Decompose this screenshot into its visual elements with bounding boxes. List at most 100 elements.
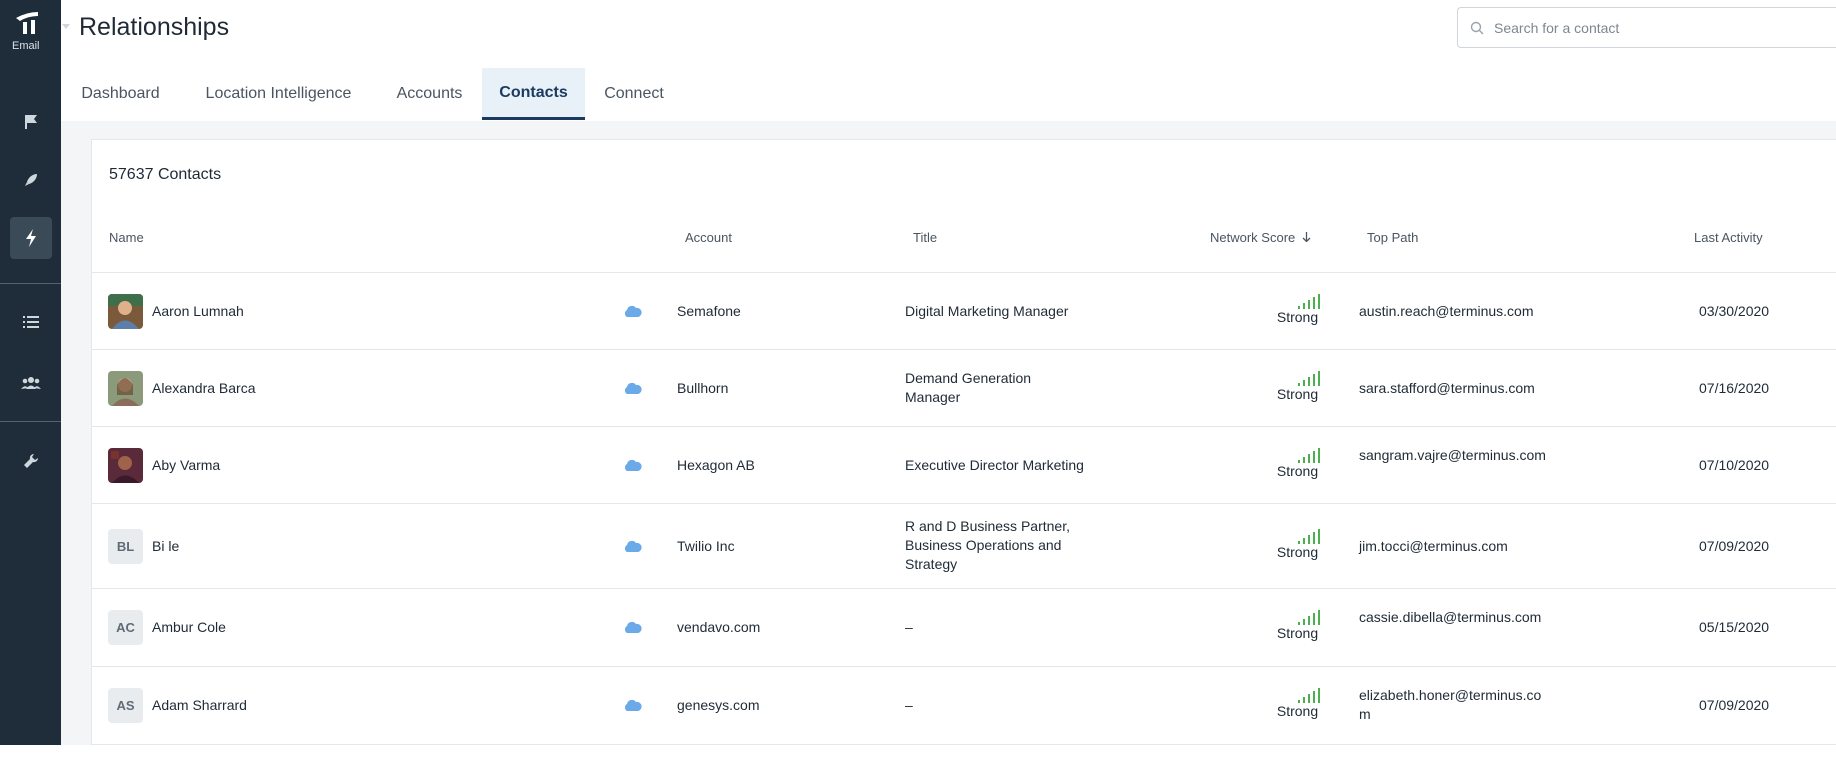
sidebar-item-settings[interactable] [0,444,61,478]
network-score: Strong [1270,370,1325,402]
sidebar-divider [0,421,61,422]
tab-dashboard[interactable]: Dashboard [61,68,180,120]
account-name[interactable]: Twilio Inc [677,537,735,556]
top-path[interactable]: sara.stafford@terminus.com [1359,379,1559,398]
sort-down-icon [1302,232,1311,243]
signal-icon [1298,448,1320,463]
signal-icon [1298,294,1320,309]
flag-icon [24,115,37,129]
cloud-icon[interactable] [622,539,642,553]
account-name[interactable]: vendavo.com [677,618,760,637]
search-box[interactable] [1457,7,1836,48]
tab-accounts[interactable]: Accounts [377,68,482,120]
top-path[interactable]: cassie.dibella@terminus.com [1359,608,1549,627]
wrench-icon [23,453,38,468]
contact-title: – [905,697,913,713]
account-name[interactable]: genesys.com [677,696,759,715]
search-input[interactable] [1492,18,1796,37]
contact-title: R and D Business Partner, Business Opera… [905,518,1070,572]
network-score-label: Strong [1276,544,1319,560]
cloud-icon[interactable] [622,620,642,634]
sidebar-item-bolt[interactable] [0,217,61,259]
last-activity: 07/10/2020 [1699,457,1770,473]
cloud-icon[interactable] [622,458,642,472]
row-divider [91,503,1836,504]
contact-name[interactable]: Aaron Lumnah [152,302,244,321]
account-name[interactable]: Hexagon AB [677,456,755,475]
top-path[interactable]: sangram.vajre@terminus.com [1359,446,1555,465]
column-header-last-activity[interactable]: Last Activity [1694,230,1763,245]
column-header-top-path[interactable]: Top Path [1367,230,1418,245]
top-path[interactable]: elizabeth.honer@terminus.com [1359,686,1549,724]
sidebar-item-rocket[interactable] [0,163,61,197]
top-path[interactable]: jim.tocci@terminus.com [1359,537,1559,556]
contacts-count: 57637 Contacts [109,166,222,183]
row-divider [91,349,1836,350]
list-icon [22,316,39,328]
avatar: BL [108,529,143,564]
search-icon [1470,21,1484,34]
sidebar-active-indicator [9,217,52,259]
last-activity: 07/16/2020 [1699,380,1770,396]
contact-title: Demand Generation Manager [905,370,1032,405]
avatar: AS [108,688,143,723]
last-activity: 07/09/2020 [1699,697,1770,713]
contact-name[interactable]: Aby Varma [152,456,220,475]
account-name[interactable]: Bullhorn [677,379,728,398]
network-score-label: Strong [1276,386,1319,402]
column-header-title[interactable]: Title [913,230,937,245]
tab-connect[interactable]: Connect [585,68,683,120]
avatar: AC [108,610,143,645]
contact-title: Digital Marketing Manager [905,303,1069,319]
column-header-network-score[interactable]: Network Score [1210,230,1311,245]
cloud-icon[interactable] [622,698,642,712]
last-activity: 03/30/2020 [1699,303,1770,319]
page-title: Relationships [79,13,230,41]
contact-name[interactable]: Bi le [152,537,179,556]
tab-contacts[interactable]: Contacts [482,68,585,120]
tab-bar: Dashboard Location Intelligence Accounts… [61,68,683,120]
column-header-name[interactable]: Name [109,230,144,245]
sidebar: Email [0,0,70,745]
bolt-icon [25,229,36,247]
rocket-icon [24,174,37,186]
caret-down-icon [62,24,70,29]
network-score: Strong [1270,687,1325,719]
tab-location-intelligence[interactable]: Location Intelligence [180,68,377,120]
last-activity: 07/09/2020 [1699,538,1770,554]
sidebar-item-list[interactable] [0,305,61,339]
last-activity: 05/15/2020 [1699,619,1770,635]
column-header-account[interactable]: Account [685,230,732,245]
contact-title: – [905,619,913,635]
logo-icon [16,12,38,34]
network-score: Strong [1270,447,1325,479]
contact-name[interactable]: Alexandra Barca [152,379,256,398]
sidebar-divider [0,283,61,284]
signal-icon [1298,688,1320,703]
app-switcher[interactable]: Email [0,10,70,52]
network-score: Strong [1270,293,1325,325]
network-score: Strong [1270,528,1325,560]
avatar [108,448,143,483]
network-score: Strong [1270,609,1325,641]
network-score-label: Network Score [1210,230,1296,245]
row-divider [91,272,1836,273]
sidebar-item-flag[interactable] [0,105,61,139]
cloud-icon[interactable] [622,304,642,318]
contact-name[interactable]: Ambur Cole [152,618,226,637]
top-path[interactable]: austin.reach@terminus.com [1359,302,1559,321]
avatar [108,371,143,406]
account-name[interactable]: Semafone [677,302,741,321]
network-score-label: Strong [1276,625,1319,641]
signal-icon [1298,529,1320,544]
sidebar-item-people[interactable] [0,366,61,400]
network-score-label: Strong [1276,703,1319,719]
app-label: Email [12,40,40,52]
network-score-label: Strong [1276,463,1319,479]
avatar [108,294,143,329]
cloud-icon[interactable] [622,381,642,395]
signal-icon [1298,371,1320,386]
row-divider [91,588,1836,589]
contact-name[interactable]: Adam Sharrard [152,696,247,715]
signal-icon [1298,610,1320,625]
